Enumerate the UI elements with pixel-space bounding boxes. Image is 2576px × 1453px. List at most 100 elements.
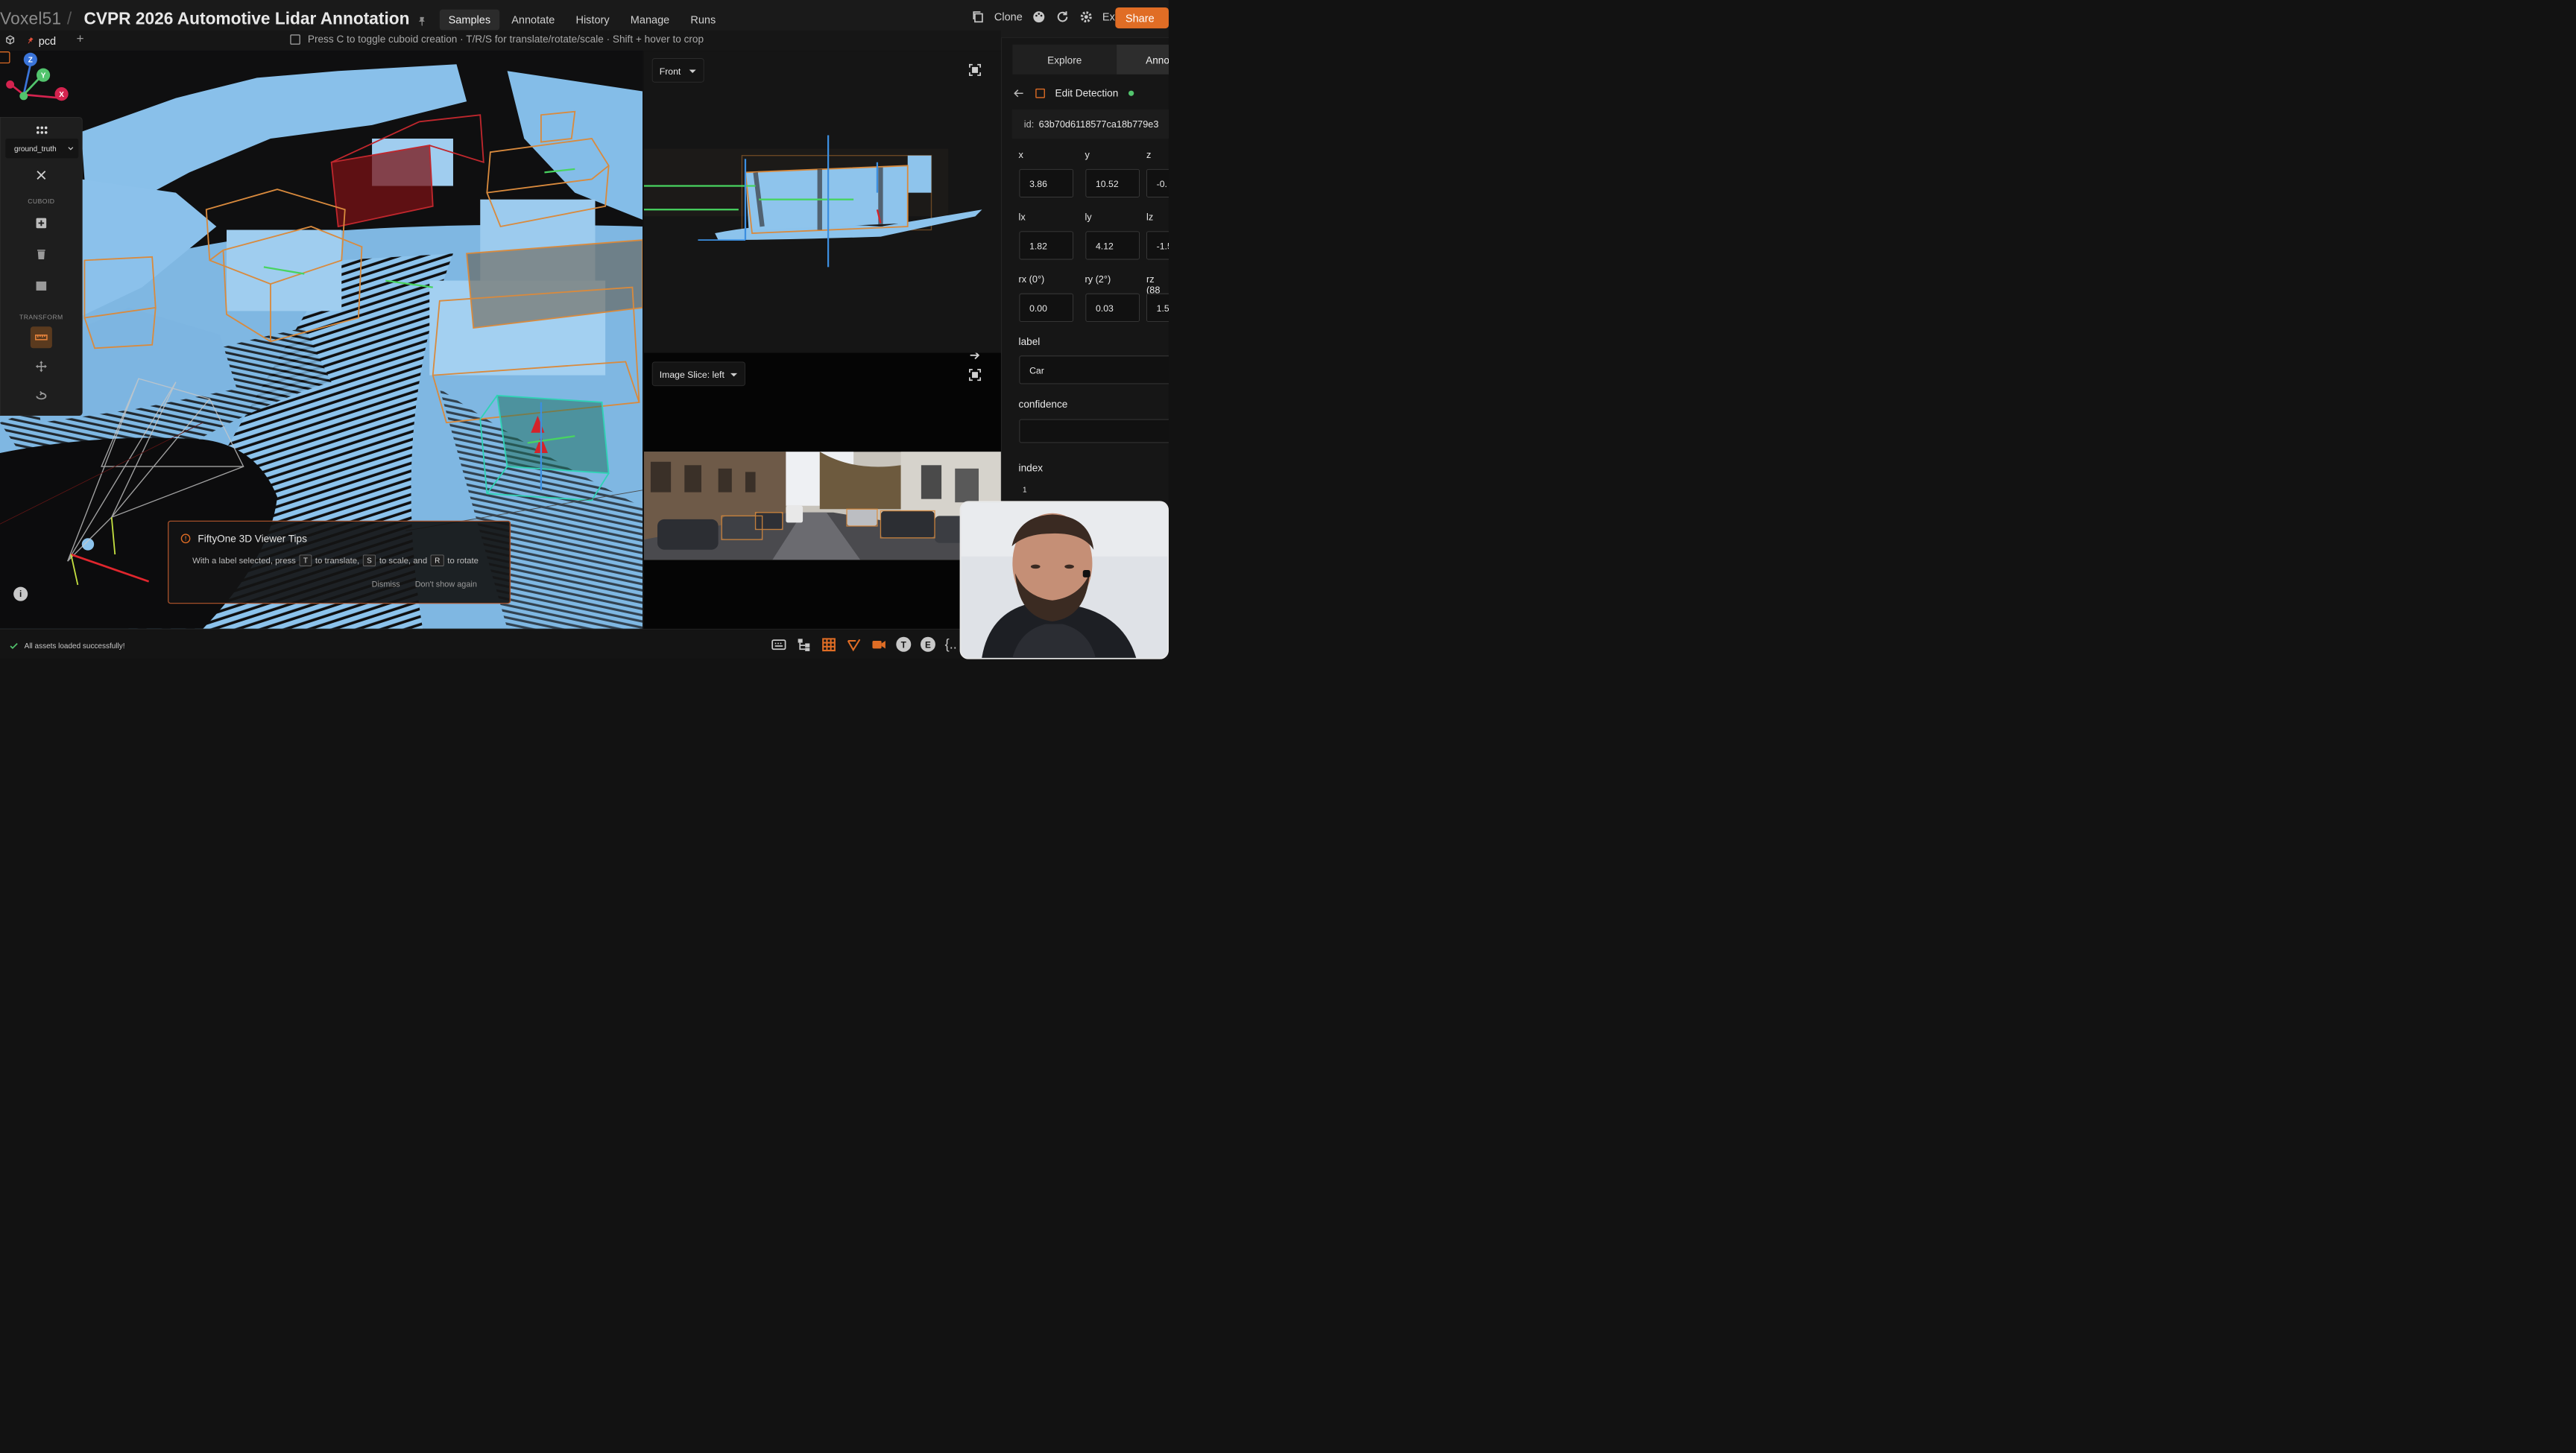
- nav-tab-manage[interactable]: Manage: [622, 10, 678, 31]
- keyboard-icon[interactable]: [771, 637, 786, 653]
- ly-input[interactable]: 4.12: [1085, 231, 1140, 260]
- copy-icon[interactable]: [970, 10, 985, 25]
- grip-icon[interactable]: [36, 125, 48, 136]
- tab-pcd[interactable]: pcd: [21, 33, 61, 48]
- delete-cuboid-button[interactable]: [31, 244, 52, 265]
- image-slice-select[interactable]: Image Slice: left: [651, 361, 745, 387]
- front-view-canvas[interactable]: [643, 51, 1001, 353]
- tips-actions: Dismiss Don't show again: [372, 580, 477, 589]
- nav-tab-history[interactable]: History: [567, 10, 619, 31]
- rx-input[interactable]: 0.00: [1019, 293, 1074, 322]
- field-select-value: ground_truth: [14, 144, 57, 153]
- lz-input[interactable]: -1.5: [1146, 231, 1169, 260]
- camera-icon[interactable]: [871, 637, 887, 653]
- share-button[interactable]: Share: [1115, 7, 1169, 29]
- polyline-icon[interactable]: [846, 637, 862, 653]
- translate-tool-button[interactable]: [31, 355, 52, 377]
- front-view-panel[interactable]: Front: [643, 51, 1001, 353]
- camera-image[interactable]: [643, 452, 1001, 560]
- fullscreen-icon[interactable]: [967, 368, 982, 382]
- ry-input[interactable]: 0.03: [1085, 293, 1140, 322]
- shortcut-hint: Press C to toggle cuboid creation · T/R/…: [290, 34, 704, 45]
- field-label-rx: rx (0°): [1018, 273, 1045, 285]
- index-value[interactable]: 1: [1023, 486, 1027, 495]
- breadcrumb-separator: /: [66, 9, 72, 28]
- add-tab-button[interactable]: +: [77, 32, 84, 47]
- hierarchy-icon[interactable]: [796, 637, 812, 653]
- status-message: All assets loaded successfully!: [9, 641, 124, 651]
- tips-text: to scale, and: [379, 555, 428, 566]
- ego-view-button[interactable]: E: [920, 636, 935, 652]
- chevron-down-icon: [68, 147, 74, 151]
- index-field-title: index: [1018, 462, 1044, 474]
- field-label-rz: rz (88: [1146, 273, 1161, 296]
- cube-icon[interactable]: [4, 34, 16, 45]
- lx-input[interactable]: 1.82: [1019, 231, 1074, 260]
- panel-tabs: Explore Anno: [1012, 44, 1169, 75]
- tips-body: With a label selected, press T to transl…: [192, 554, 479, 566]
- webcam-overlay: [959, 501, 1169, 659]
- clone-button[interactable]: Clone: [994, 10, 1023, 23]
- palette-icon[interactable]: [1032, 10, 1046, 25]
- dataset-title[interactable]: CVPR 2026 Automotive Lidar Annotation: [84, 9, 410, 28]
- pin-icon[interactable]: [416, 16, 428, 28]
- tab-pcd-label: pcd: [38, 34, 57, 47]
- nav-tab-runs[interactable]: Runs: [682, 10, 724, 31]
- close-icon[interactable]: [34, 168, 48, 182]
- add-cuboid-button[interactable]: [31, 212, 52, 234]
- presenter-video: [961, 502, 1168, 658]
- brand-logo[interactable]: Voxel51: [0, 9, 61, 28]
- x-input[interactable]: 3.86: [1019, 168, 1074, 197]
- main-nav: Samples Annotate History Manage Runs: [439, 9, 724, 31]
- select-cuboid-button[interactable]: [31, 275, 52, 297]
- transform-section-title: TRANSFORM: [19, 314, 63, 321]
- json-view-button[interactable]: {..: [945, 637, 957, 653]
- tab-explore[interactable]: Explore: [1012, 44, 1117, 75]
- check-icon: [10, 643, 18, 650]
- rz-input[interactable]: 1.5: [1146, 293, 1169, 322]
- axis-y-label: Y: [41, 72, 46, 80]
- annotation-toolbar: ground_truth CUBOID TRANSFORM: [0, 116, 83, 417]
- plus-icon: [36, 218, 47, 229]
- confidence-input[interactable]: [1019, 419, 1169, 443]
- top-view-button[interactable]: T: [896, 636, 912, 652]
- edit-detection-header: Edit Detection: [1011, 80, 1169, 107]
- back-arrow-icon[interactable]: [1011, 86, 1025, 100]
- tab-annotate[interactable]: Anno: [1117, 44, 1169, 75]
- cuboid-toggle-checkbox[interactable]: [290, 34, 300, 45]
- rotate-icon: [36, 390, 47, 400]
- image-slice-panel[interactable]: Image Slice: left: [643, 352, 1001, 629]
- z-input[interactable]: -0.: [1146, 168, 1169, 197]
- viewer-tips-card: ! FiftyOne 3D Viewer Tips With a label s…: [168, 520, 511, 604]
- key-t: T: [299, 554, 312, 566]
- square-icon: [36, 281, 47, 291]
- confidence-field-title: confidence: [1018, 399, 1068, 411]
- refresh-icon[interactable]: [1055, 10, 1070, 25]
- dont-show-again-button[interactable]: Don't show again: [415, 580, 477, 589]
- field-select[interactable]: ground_truth: [5, 139, 79, 159]
- arrow-right-icon[interactable]: [967, 352, 982, 363]
- tips-text: to translate,: [315, 555, 360, 566]
- axis-x-label: X: [59, 91, 64, 99]
- label-select[interactable]: Car: [1019, 355, 1169, 384]
- field-label-y: y: [1085, 149, 1090, 160]
- tips-text: to rotate: [447, 555, 479, 566]
- field-label-ly: ly: [1085, 212, 1092, 223]
- gear-icon[interactable]: [1079, 10, 1093, 25]
- move-icon: [35, 361, 47, 373]
- info-button[interactable]: i: [13, 586, 28, 601]
- app-window: Voxel51 / CVPR 2026 Automotive Lidar Ann…: [0, 0, 1169, 659]
- dismiss-button[interactable]: Dismiss: [372, 580, 400, 589]
- y-input[interactable]: 10.52: [1085, 168, 1140, 197]
- grid-icon[interactable]: [821, 637, 837, 653]
- id-key: id:: [1023, 118, 1035, 130]
- field-label-lz: lz: [1146, 212, 1154, 223]
- nav-tab-samples[interactable]: Samples: [439, 9, 499, 31]
- nav-tab-annotate[interactable]: Annotate: [502, 10, 564, 31]
- scale-tool-button[interactable]: [30, 326, 52, 349]
- field-label-z: z: [1146, 149, 1152, 160]
- axes-gizmo[interactable]: Z Y X: [0, 51, 75, 108]
- label-field-title: label: [1018, 335, 1041, 347]
- field-label-lx: lx: [1018, 212, 1026, 223]
- rotate-tool-button[interactable]: [31, 384, 52, 406]
